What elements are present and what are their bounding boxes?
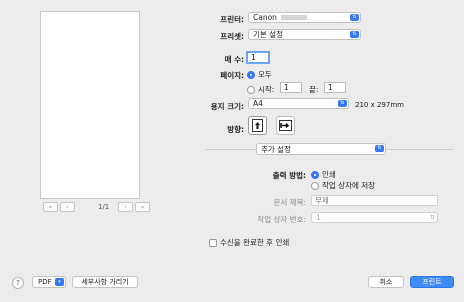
- job-box-select[interactable]: 1 ⇅: [311, 212, 438, 223]
- print-after-receive-checkbox[interactable]: [209, 238, 217, 247]
- chevron-updown-icon: ⇅: [375, 145, 384, 152]
- copies-value: 1: [251, 53, 256, 62]
- pages-label: 페이지:: [220, 71, 244, 80]
- printer-label: 프린터:: [220, 15, 244, 24]
- print-after-receive-option[interactable]: 수신을 완료한 후 인쇄: [209, 237, 289, 248]
- output-print-label: 인쇄: [322, 170, 336, 179]
- pdf-label: PDF: [38, 278, 52, 286]
- page-preview: [40, 11, 140, 199]
- landscape-icon: [279, 120, 292, 131]
- pdf-menu-button[interactable]: PDF ▾: [32, 276, 66, 288]
- job-box-label: 작업 상자 번호:: [257, 215, 306, 224]
- pages-all-option[interactable]: 모두: [247, 69, 272, 80]
- cancel-label: 취소: [379, 278, 393, 286]
- doc-title-field[interactable]: [311, 195, 438, 206]
- chevron-updown-icon: ⇅: [350, 14, 359, 21]
- paper-size-value: A4: [253, 99, 263, 108]
- output-print-radio[interactable]: [311, 170, 319, 179]
- hide-details-label: 세부사항 가리기: [81, 278, 129, 286]
- doc-title-label: 문서 제목:: [273, 198, 306, 207]
- pages-from-label: 시작:: [258, 85, 275, 94]
- print-after-receive-label: 수신을 완료한 후 인쇄: [220, 238, 290, 247]
- output-save-option[interactable]: 작업 상자에 저장: [311, 180, 375, 191]
- section-menu-value: 추가 설정: [261, 144, 291, 154]
- chevron-down-icon: ▾: [55, 278, 64, 286]
- output-save-radio[interactable]: [311, 181, 319, 190]
- page-indicator: 1/1: [98, 203, 110, 211]
- first-page-button[interactable]: «: [43, 202, 58, 212]
- hide-details-button[interactable]: 세부사항 가리기: [72, 276, 138, 288]
- paper-size-select[interactable]: A4 ⇅: [248, 98, 349, 109]
- print-label: 프린트: [422, 278, 442, 286]
- presets-value: 기본 설정: [253, 30, 283, 39]
- cancel-button[interactable]: 취소: [368, 276, 404, 288]
- printer-select[interactable]: Canon ⇅: [248, 12, 361, 23]
- presets-label: 프리셋:: [220, 32, 244, 41]
- output-print-option[interactable]: 인쇄: [311, 169, 336, 180]
- job-box-value: 1: [316, 213, 321, 222]
- pages-to-label: 끝:: [309, 85, 319, 94]
- last-page-button[interactable]: »: [135, 202, 150, 212]
- printer-model-redacted: [280, 15, 307, 20]
- paper-dimensions: 210 x 297mm: [355, 101, 404, 109]
- prev-page-button[interactable]: ‹: [60, 202, 75, 212]
- preview-nav-back: « ‹: [43, 202, 77, 212]
- print-button[interactable]: 프린트: [410, 276, 454, 288]
- output-method-label: 출력 방법:: [272, 171, 306, 180]
- portrait-icon: [252, 119, 263, 132]
- pages-from-field[interactable]: 1: [280, 82, 302, 93]
- copies-field[interactable]: 1: [246, 51, 270, 64]
- orientation-portrait-button[interactable]: [248, 116, 267, 135]
- preview-nav-forward: › »: [118, 202, 152, 212]
- orientation-landscape-button[interactable]: [276, 116, 295, 135]
- pages-all-radio[interactable]: [247, 70, 255, 79]
- chevron-updown-icon: ⇅: [350, 31, 359, 38]
- pages-to-field[interactable]: 1: [324, 82, 346, 93]
- presets-select[interactable]: 기본 설정 ⇅: [248, 29, 361, 40]
- chevron-updown-icon: ⇅: [338, 100, 347, 107]
- pages-range-option[interactable]: 시작:: [247, 84, 274, 95]
- help-icon: ?: [16, 279, 20, 287]
- next-page-button[interactable]: ›: [118, 202, 133, 212]
- section-menu-select[interactable]: 추가 설정 ⇅: [256, 143, 386, 155]
- chevron-updown-icon: ⇅: [429, 214, 435, 221]
- pages-from-value: 1: [284, 83, 289, 92]
- output-save-label: 작업 상자에 저장: [322, 181, 376, 190]
- printer-value: Canon: [253, 13, 277, 22]
- paper-size-label: 용지 크기:: [210, 102, 244, 111]
- pages-range-radio[interactable]: [247, 85, 255, 94]
- orientation-label: 방향:: [227, 125, 244, 134]
- copies-label: 매 수:: [224, 55, 244, 64]
- help-button[interactable]: ?: [12, 277, 24, 289]
- pages-to-value: 1: [328, 83, 333, 92]
- pages-all-label: 모두: [258, 70, 272, 79]
